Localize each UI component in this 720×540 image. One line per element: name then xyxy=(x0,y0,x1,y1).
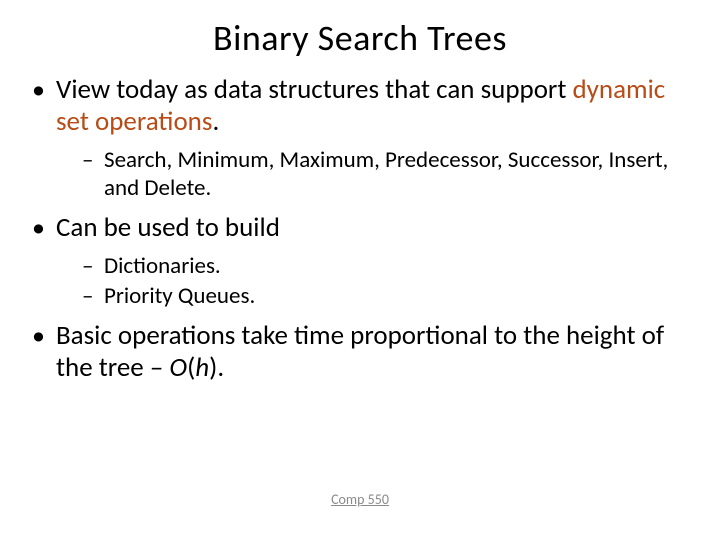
bullet-1: View today as data structures that can s… xyxy=(28,74,692,202)
bullet-2-sub-1: Dictionaries. xyxy=(56,252,692,280)
bullet-1-post: . xyxy=(212,105,219,138)
bullet-2-sub-2: Priority Queues. xyxy=(56,282,692,310)
bullet-1-sublist: Search, Minimum, Maximum, Predecessor, S… xyxy=(56,146,692,202)
bullet-3-paren-close: ). xyxy=(209,351,224,384)
bullet-3: Basic operations take time proportional … xyxy=(28,320,692,384)
slide: Binary Search Trees View today as data s… xyxy=(0,0,720,540)
bullet-list: View today as data structures that can s… xyxy=(28,74,692,383)
bullet-3-o: O xyxy=(169,351,187,384)
slide-title: Binary Search Trees xyxy=(28,16,692,60)
bullet-3-h: h xyxy=(195,351,209,384)
footer-link[interactable]: Comp 550 xyxy=(0,491,720,508)
bullet-2-text: Can be used to build xyxy=(56,211,280,244)
bullet-1-sub-1: Search, Minimum, Maximum, Predecessor, S… xyxy=(56,146,692,202)
bullet-1-pre: View today as data structures that can s… xyxy=(56,73,573,106)
bullet-2: Can be used to build Dictionaries. Prior… xyxy=(28,212,692,310)
bullet-3-pre: Basic operations take time proportional … xyxy=(56,319,664,384)
bullet-2-sublist: Dictionaries. Priority Queues. xyxy=(56,252,692,310)
